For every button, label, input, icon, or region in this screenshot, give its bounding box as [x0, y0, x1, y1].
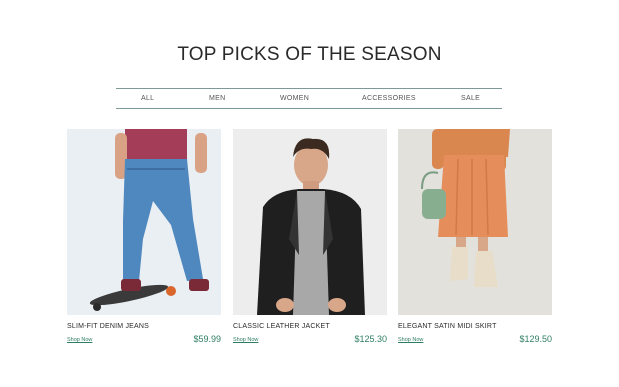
product-name: CLASSIC LEATHER JACKET	[233, 323, 330, 330]
category-nav: ALL MEN WOMEN ACCESSORIES SALE	[116, 88, 502, 109]
nav-item-all[interactable]: ALL	[141, 95, 154, 102]
product-price: $59.99	[193, 334, 221, 344]
nav-item-sale[interactable]: SALE	[461, 95, 480, 102]
product-card-skirt: ELEGANT SATIN MIDI SKIRT Shop Now $129.5…	[398, 129, 552, 344]
product-image-jacket[interactable]	[233, 129, 387, 315]
product-image-jeans[interactable]	[67, 129, 221, 315]
product-image-skirt[interactable]	[398, 129, 552, 315]
nav-item-women[interactable]: WOMEN	[280, 95, 309, 102]
product-name: ELEGANT SATIN MIDI SKIRT	[398, 323, 497, 330]
product-name: SLIM-FIT DENIM JEANS	[67, 323, 150, 330]
shop-now-link[interactable]: Shop Now	[398, 337, 423, 343]
shop-now-link[interactable]: Shop Now	[233, 337, 258, 343]
shop-now-link[interactable]: Shop Now	[67, 337, 92, 343]
product-card-jacket: CLASSIC LEATHER JACKET Shop Now $125.30	[233, 129, 387, 344]
page-title: TOP PICKS OF THE SEASON	[177, 44, 442, 65]
product-card-jeans: SLIM-FIT DENIM JEANS Shop Now $59.99	[67, 129, 221, 344]
nav-item-men[interactable]: MEN	[209, 95, 225, 102]
product-price: $125.30	[354, 334, 387, 344]
nav-item-accessories[interactable]: ACCESSORIES	[362, 95, 416, 102]
product-price: $129.50	[519, 334, 552, 344]
